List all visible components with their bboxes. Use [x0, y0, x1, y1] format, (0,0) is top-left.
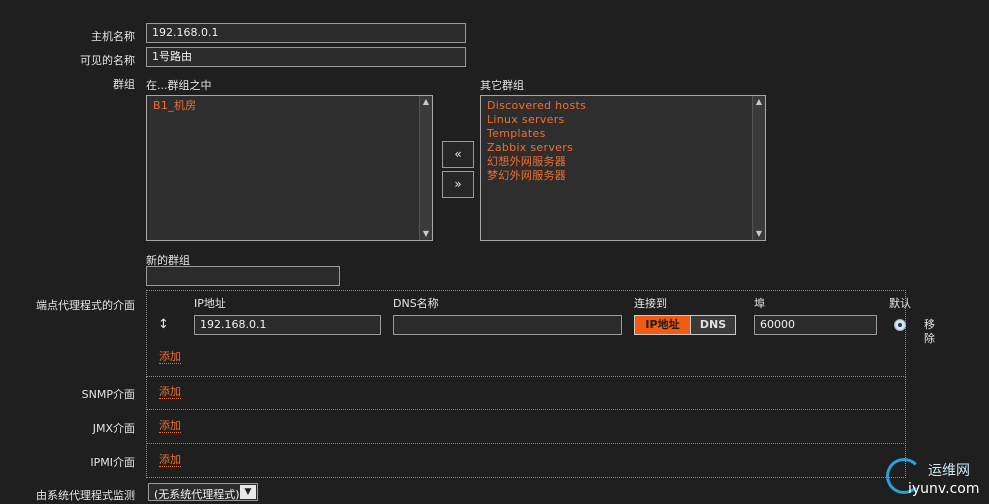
ipmi-label: IPMI介面 [90, 456, 135, 469]
visible-name-label: 可见的名称 [80, 54, 135, 67]
in-groups-header: 在...群组之中 [146, 79, 212, 92]
new-group-input[interactable] [146, 266, 340, 286]
other-groups-scrollbar[interactable]: ▲ ▼ [752, 96, 765, 240]
move-left-button[interactable]: « [442, 141, 474, 168]
remove-text-2: 除 [924, 332, 935, 345]
scroll-up-icon[interactable]: ▲ [753, 96, 765, 108]
chevron-down-icon[interactable]: ▼ [240, 485, 256, 499]
watermark-en: iyunv.com [908, 481, 980, 497]
list-item[interactable]: B1_机房 [153, 99, 432, 113]
jmx-label: JMX介面 [92, 422, 135, 435]
watermark-cn: 运维网 [928, 463, 970, 479]
other-groups-header: 其它群组 [480, 79, 524, 92]
list-item[interactable]: 梦幻外网服务器 [487, 169, 765, 183]
default-radio[interactable] [894, 319, 906, 331]
snmp-section [146, 376, 906, 410]
col-connect-header: 连接到 [634, 297, 667, 310]
scroll-down-icon[interactable]: ▼ [753, 228, 765, 240]
drag-handle-icon[interactable]: ↕ [158, 317, 169, 332]
in-groups-scrollbar[interactable]: ▲ ▼ [419, 96, 432, 240]
in-groups-listbox[interactable]: B1_机房 ▲ ▼ [146, 95, 433, 241]
move-right-button[interactable]: » [442, 171, 474, 198]
hostname-input[interactable]: 192.168.0.1 [146, 23, 466, 43]
other-groups-listbox[interactable]: Discovered hosts Linux servers Templates… [480, 95, 766, 241]
list-item[interactable]: 幻想外网服务器 [487, 155, 765, 169]
col-port-header: 埠 [754, 297, 765, 310]
add-jmx-link[interactable]: 添加 [159, 420, 181, 433]
snmp-label: SNMP介面 [81, 388, 135, 401]
scroll-down-icon[interactable]: ▼ [420, 228, 432, 240]
remove-text-1: 移 [924, 318, 935, 331]
add-ipmi-link[interactable]: 添加 [159, 454, 181, 467]
hostname-label: 主机名称 [91, 30, 135, 43]
remove-link[interactable]: 移 除 [924, 318, 935, 346]
connect-ip-toggle[interactable]: IP地址 [634, 315, 691, 335]
interface-port-input[interactable]: 60000 [754, 315, 877, 335]
proxy-select-value: (无系统代理程式) [154, 488, 240, 501]
interface-ip-input[interactable]: 192.168.0.1 [194, 315, 381, 335]
interface-dns-input[interactable] [393, 315, 622, 335]
connect-dns-toggle[interactable]: DNS [690, 315, 736, 335]
ipmi-section [146, 443, 906, 478]
list-item[interactable]: Linux servers [487, 113, 765, 127]
add-snmp-link[interactable]: 添加 [159, 386, 181, 399]
groups-label: 群组 [113, 78, 135, 91]
add-agent-interface-link[interactable]: 添加 [159, 351, 181, 364]
col-ip-header: IP地址 [194, 297, 226, 310]
list-item[interactable]: Zabbix servers [487, 141, 765, 155]
proxy-label: 由系统代理程式监测 [36, 489, 135, 502]
visible-name-input[interactable]: 1号路由 [146, 47, 466, 67]
list-item[interactable]: Discovered hosts [487, 99, 765, 113]
jmx-section [146, 409, 906, 444]
proxy-select[interactable]: (无系统代理程式) ▼ [148, 483, 258, 501]
list-item[interactable]: Templates [487, 127, 765, 141]
col-dns-header: DNS名称 [393, 297, 439, 310]
scroll-up-icon[interactable]: ▲ [420, 96, 432, 108]
col-default-header: 默认 [889, 297, 911, 310]
agent-interfaces-label: 端点代理程式的介面 [36, 299, 135, 312]
